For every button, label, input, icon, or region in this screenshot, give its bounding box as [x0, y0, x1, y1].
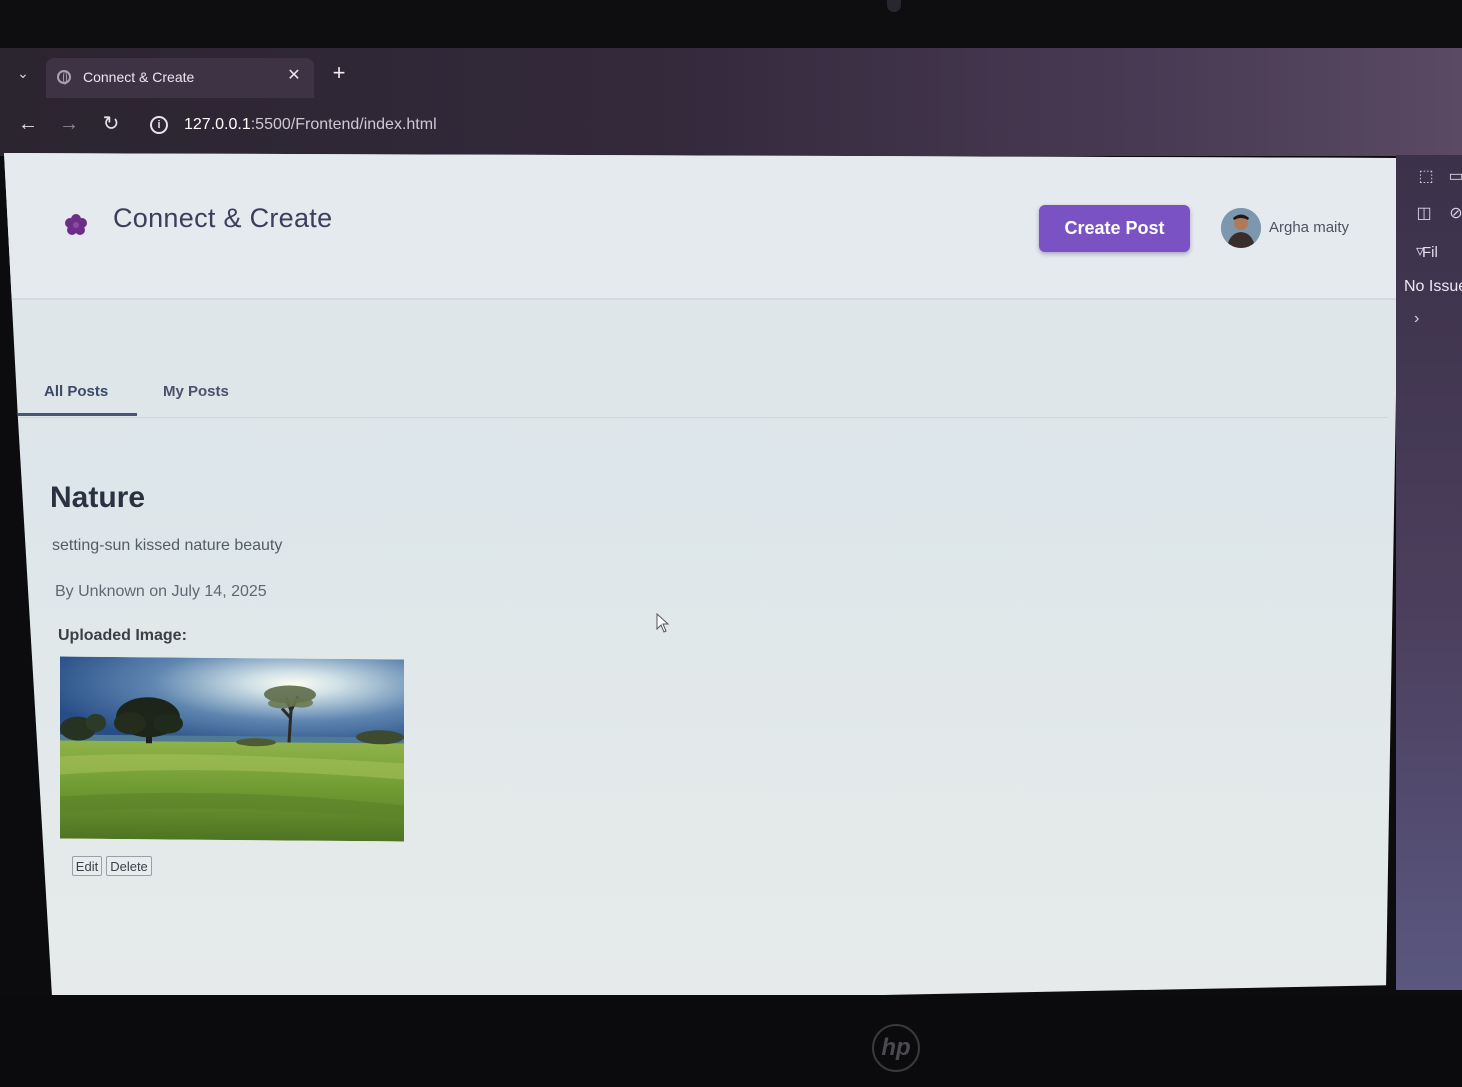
web-page: Connect & Create Create Post Argha maity…: [4, 153, 1400, 1011]
webcam: [887, 0, 901, 12]
post-image: [60, 656, 404, 842]
url-host: 127.0.0.1: [184, 116, 251, 133]
uploaded-image-label: Uploaded Image:: [58, 627, 187, 644]
forward-arrow-icon[interactable]: →: [56, 111, 82, 137]
device-toggle-icon[interactable]: ▭: [1446, 167, 1462, 187]
active-tab-indicator: [18, 413, 137, 416]
post-title: Nature: [50, 481, 146, 514]
post-tabs: All Posts My Posts: [18, 359, 1388, 418]
browser-toolbar: ← → ↻ i 127.0.0.1:5500/Frontend/index.ht…: [0, 102, 1462, 148]
create-post-button[interactable]: Create Post: [1039, 205, 1190, 252]
tab-title: Connect & Create: [83, 69, 195, 85]
laptop-bezel-bottom: [0, 995, 1462, 1087]
brand-title[interactable]: Connect & Create: [113, 203, 332, 234]
mouse-cursor-icon: [656, 613, 670, 633]
post-description: setting-sun kissed nature beauty: [52, 537, 283, 554]
tab-my-posts[interactable]: My Posts: [163, 383, 229, 400]
back-arrow-icon[interactable]: ←: [15, 111, 41, 137]
filter-label[interactable]: Fil: [1422, 244, 1438, 261]
hp-logo: hp: [872, 1024, 920, 1072]
edit-button[interactable]: Edit: [72, 856, 102, 876]
inspect-element-icon[interactable]: ⬚: [1416, 167, 1436, 187]
laptop-bezel-top: [0, 0, 1462, 50]
address-bar[interactable]: i 127.0.0.1:5500/Frontend/index.html: [140, 106, 1460, 144]
devtools-panel: ⬚ ▭ ◫ ⊘ ▿ Fil No Issue ›: [1396, 155, 1462, 990]
site-info-icon[interactable]: i: [150, 116, 168, 134]
tab-strip: ⌄ Connect & Create ✕ +: [0, 48, 1462, 98]
close-tab-icon[interactable]: ✕: [284, 66, 304, 86]
tab-search-chevron-icon[interactable]: ⌄: [12, 62, 34, 84]
site-header: Connect & Create Create Post Argha maity: [4, 153, 1400, 300]
post-meta: By Unknown on July 14, 2025: [55, 583, 267, 600]
tab-all-posts[interactable]: All Posts: [44, 383, 108, 400]
flower-logo-icon: [65, 214, 87, 235]
clear-icon[interactable]: ⊘: [1446, 204, 1462, 224]
sidebar-toggle-icon[interactable]: ◫: [1414, 204, 1434, 224]
delete-button[interactable]: Delete: [106, 856, 152, 876]
url-text[interactable]: 127.0.0.1:5500/Frontend/index.html: [184, 116, 437, 134]
username[interactable]: Argha maity: [1269, 219, 1349, 236]
avatar-photo: [1221, 208, 1261, 248]
globe-icon: [57, 70, 71, 85]
new-tab-icon[interactable]: +: [328, 62, 350, 84]
expand-chevron-icon[interactable]: ›: [1414, 310, 1419, 328]
url-path: :5500/Frontend/index.html: [250, 116, 437, 133]
browser-tab[interactable]: Connect & Create ✕: [46, 58, 314, 98]
browser-chrome: ⌄ Connect & Create ✕ + ← → ↻ i 127.0.0.1…: [0, 48, 1462, 156]
avatar[interactable]: [1221, 208, 1261, 248]
reload-icon[interactable]: ↻: [98, 111, 124, 137]
issues-status: No Issue: [1404, 278, 1462, 295]
